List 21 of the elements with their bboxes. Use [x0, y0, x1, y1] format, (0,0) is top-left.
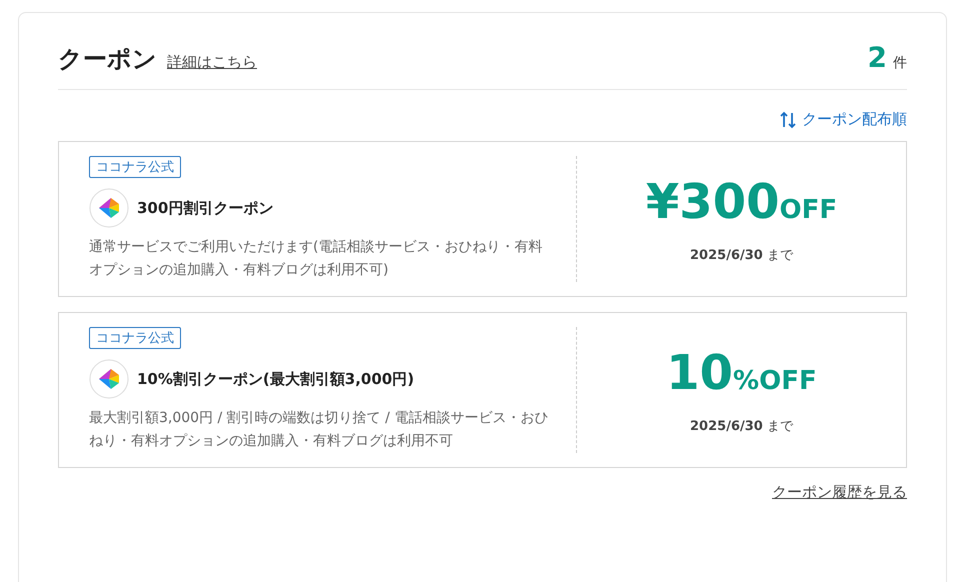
- official-tag: ココナラ公式: [89, 327, 181, 350]
- sort-icon: [780, 110, 796, 128]
- count-unit: 件: [893, 54, 907, 72]
- expiry-date: 2025/6/30 まで: [690, 247, 793, 264]
- discount-amount: ¥300: [646, 174, 780, 230]
- coupon-description: 最大割引額3,000円 / 割引時の端数は切り捨て / 電話相談サービス・おひねり・有料オプションの追加購入・有料ブログは利用不可: [89, 409, 550, 452]
- coupon-name: 10%割引クーポン(最大割引額3,000円): [137, 370, 414, 389]
- discount-amount: 10: [666, 345, 734, 402]
- sort-button[interactable]: クーポン配布順: [780, 110, 907, 129]
- coupon-name: 300円割引クーポン: [137, 198, 274, 218]
- logo-icon: [89, 359, 129, 400]
- details-link[interactable]: 詳細はこちら: [167, 53, 257, 72]
- discount-unit: %OFF: [733, 366, 817, 396]
- history-link[interactable]: クーポン履歴を見る: [772, 483, 907, 502]
- discount-unit: OFF: [779, 195, 838, 226]
- logo-icon: [89, 188, 129, 228]
- coupon-description: 通常サービスでご利用いただけます(電話相談サービス・おひねり・有料オプションの追加購入・有料ブログは利用不可): [89, 238, 544, 280]
- official-tag: ココナラ公式: [89, 156, 181, 178]
- expiry-date: 2025/6/30 まで: [690, 418, 793, 436]
- coupon-count: 2: [868, 41, 887, 74]
- page-title: クーポン: [58, 44, 157, 75]
